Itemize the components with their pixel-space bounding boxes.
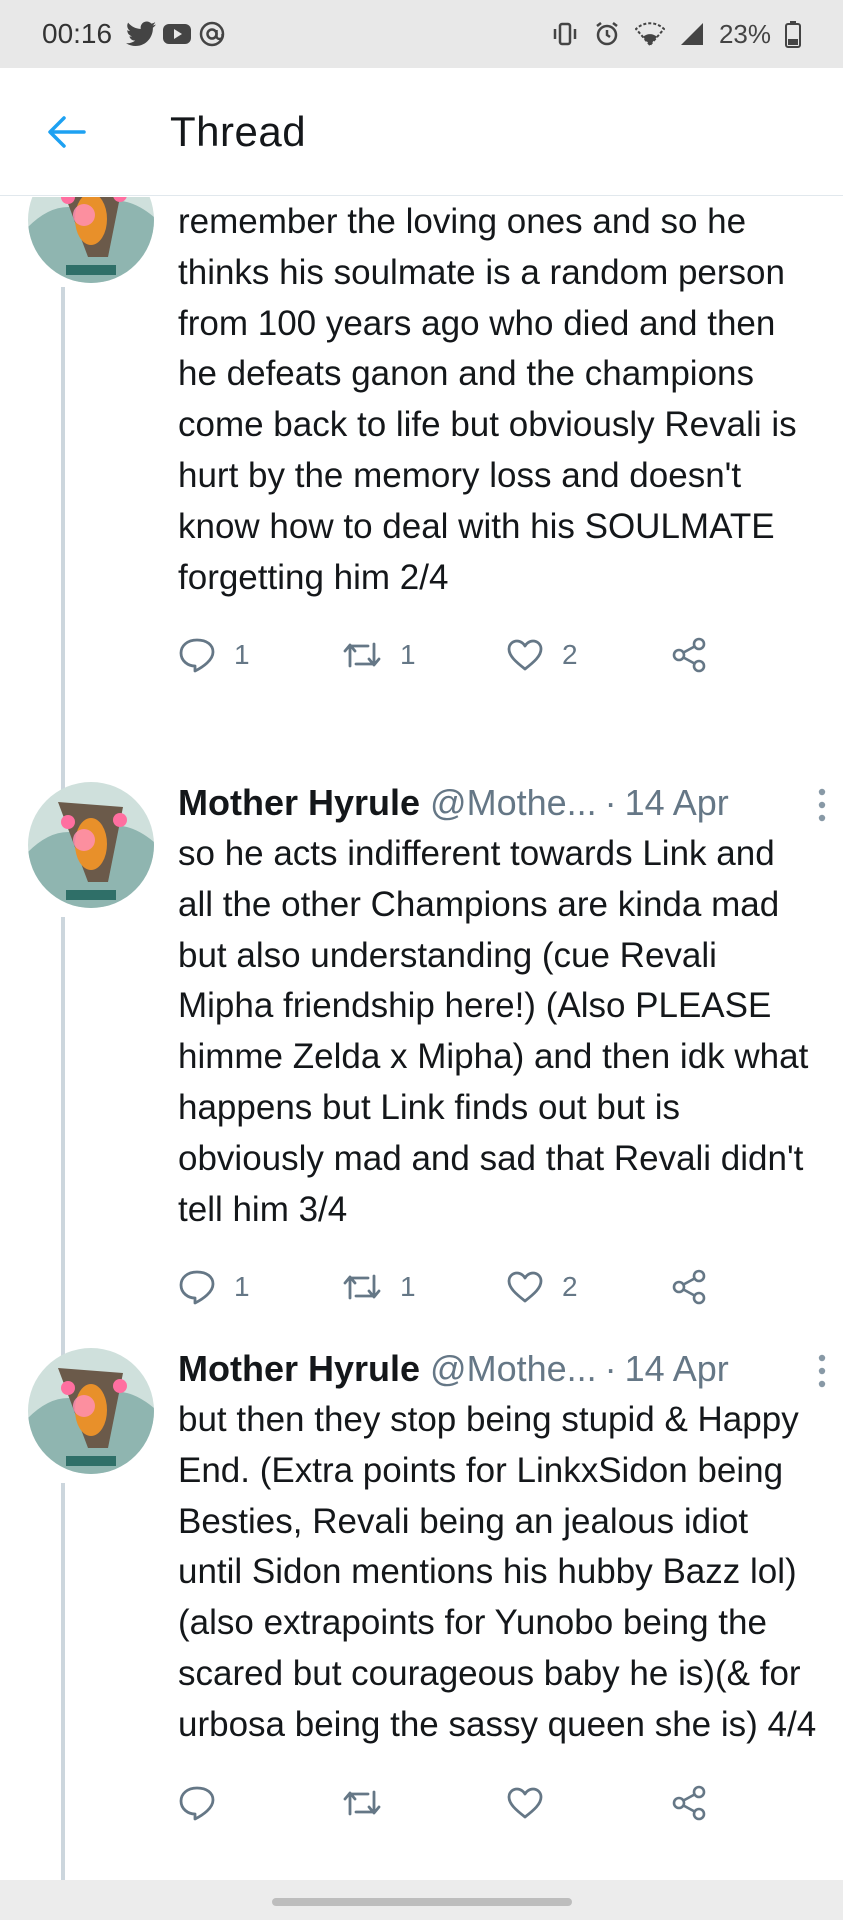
reply-icon xyxy=(179,638,215,673)
share-button[interactable] xyxy=(670,1269,730,1305)
retweet-button[interactable]: 1 xyxy=(342,1270,506,1304)
battery-percent: 23% xyxy=(718,18,771,49)
thread-line xyxy=(61,287,65,847)
tweet-text: but then they stop being stupid & Happy … xyxy=(178,1400,817,1744)
tweet-actions: 1 1 2 xyxy=(178,625,818,685)
reply-count: 1 xyxy=(234,1271,250,1303)
share-icon xyxy=(672,1785,706,1820)
avatar[interactable] xyxy=(28,1348,154,1474)
avatar[interactable] xyxy=(28,782,154,908)
author-handle[interactable]: @Mothe... xyxy=(430,777,597,829)
tweet-text: so he acts indifferent towards Link and … xyxy=(178,834,809,1229)
more-options-icon[interactable] xyxy=(812,1351,832,1391)
tweet-date[interactable]: 14 Apr xyxy=(625,777,729,829)
reply-button[interactable]: 1 xyxy=(178,637,342,673)
reply-icon xyxy=(179,1786,215,1820)
like-button[interactable]: 2 xyxy=(506,1270,670,1304)
twitter-bird-icon xyxy=(126,21,157,47)
reply-count: 1 xyxy=(234,639,250,671)
status-right: 23% xyxy=(551,19,801,50)
back-arrow-icon xyxy=(48,115,86,148)
share-icon xyxy=(672,638,706,673)
tweet-actions: 1 1 2 xyxy=(178,1257,818,1317)
like-button[interactable] xyxy=(506,1786,670,1820)
heart-icon xyxy=(507,1787,543,1818)
tweet-header: Mother Hyrule @Mothe... · 14 Apr xyxy=(178,777,818,829)
more-options-icon[interactable] xyxy=(812,785,832,825)
status-time: 00:16 xyxy=(42,18,113,49)
retweet-button[interactable] xyxy=(342,1786,506,1820)
wifi-icon xyxy=(634,21,665,47)
reply-button[interactable]: 1 xyxy=(178,1269,342,1305)
thread-line xyxy=(61,917,65,1377)
author-handle[interactable]: @Mothe... xyxy=(430,1343,597,1395)
tweet-text: remember the loving ones and so he think… xyxy=(178,202,797,597)
notification-icons xyxy=(126,20,226,48)
separator-dot: · xyxy=(604,782,617,823)
author-name[interactable]: Mother Hyrule xyxy=(178,777,420,829)
app-header: Thread xyxy=(0,68,843,196)
home-gesture-handle[interactable] xyxy=(272,1898,572,1906)
reply-button[interactable] xyxy=(178,1785,342,1821)
thread-line xyxy=(61,1483,65,1880)
signal-icon xyxy=(679,21,705,47)
status-left: 00:16 xyxy=(42,18,226,50)
like-count: 2 xyxy=(562,639,578,671)
back-button[interactable] xyxy=(32,98,100,166)
status-bar: 00:16 23% xyxy=(0,0,843,68)
retweet-icon xyxy=(343,1790,381,1815)
at-icon xyxy=(198,20,226,48)
heart-icon xyxy=(507,639,543,671)
retweet-button[interactable]: 1 xyxy=(342,638,506,672)
like-button[interactable]: 2 xyxy=(506,638,670,672)
author-name[interactable]: Mother Hyrule xyxy=(178,1343,420,1395)
heart-icon xyxy=(507,1271,543,1303)
youtube-icon xyxy=(162,22,192,46)
retweet-icon xyxy=(343,1274,381,1300)
tweet-date[interactable]: 14 Apr xyxy=(625,1343,729,1395)
tweet-actions xyxy=(178,1773,818,1833)
separator-dot: · xyxy=(604,1348,617,1389)
thread-timeline[interactable]: remember the loving ones and so he think… xyxy=(0,197,843,1880)
battery-icon xyxy=(785,20,801,48)
reply-icon xyxy=(179,1270,215,1305)
retweet-count: 1 xyxy=(400,1271,416,1303)
retweet-icon xyxy=(343,642,381,668)
like-count: 2 xyxy=(562,1271,578,1303)
alarm-icon xyxy=(593,20,621,48)
vibrate-icon xyxy=(551,20,579,48)
avatar[interactable] xyxy=(28,197,154,283)
share-icon xyxy=(672,1270,706,1305)
share-button[interactable] xyxy=(670,637,730,673)
system-nav-bar xyxy=(0,1880,843,1920)
retweet-count: 1 xyxy=(400,639,416,671)
page-title: Thread xyxy=(170,107,307,155)
tweet-header: Mother Hyrule @Mothe... · 14 Apr xyxy=(178,1343,818,1395)
share-button[interactable] xyxy=(670,1785,730,1821)
